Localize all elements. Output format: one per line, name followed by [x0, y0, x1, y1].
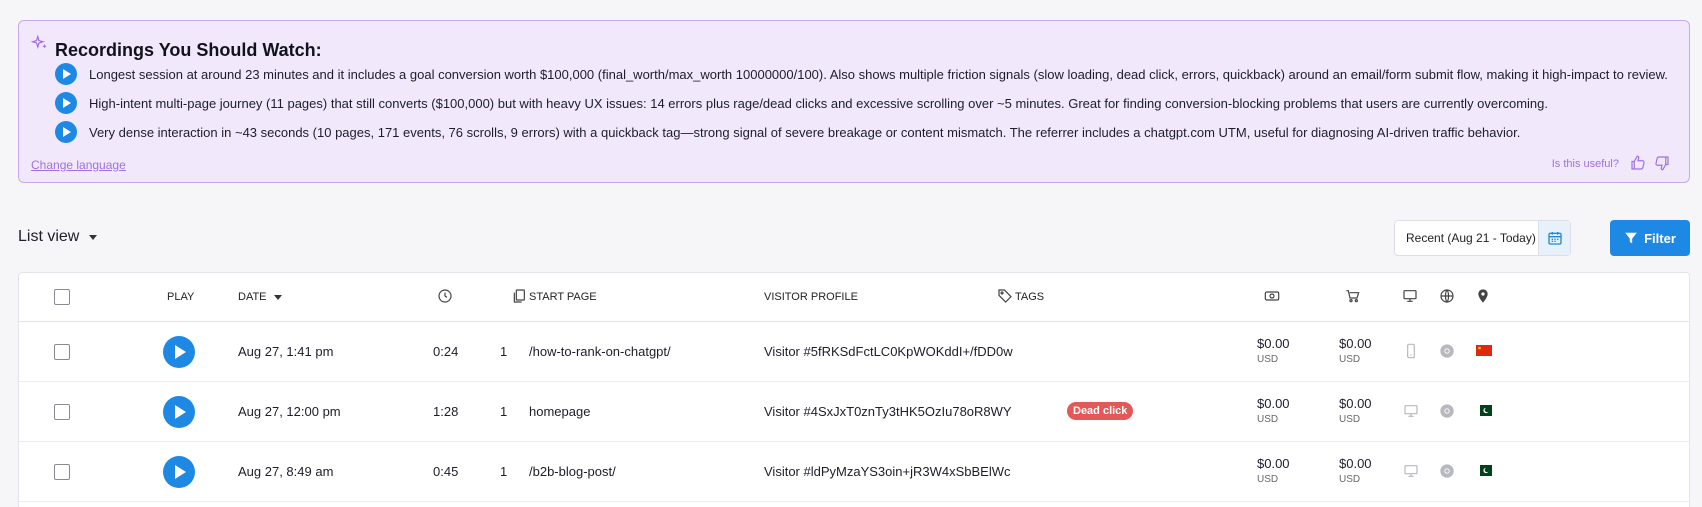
china-flag-icon	[1476, 345, 1492, 356]
header-play: PLAY	[167, 291, 195, 303]
cart-amount: $0.00	[1339, 456, 1372, 471]
dead-click-tag[interactable]: Dead click	[1067, 402, 1134, 420]
location-pin-icon	[1478, 289, 1488, 303]
row-start-page[interactable]: /b2b-blog-post/	[529, 464, 616, 479]
thumbs-up-icon[interactable]	[1629, 154, 1647, 172]
row-visitor-profile[interactable]: Visitor #4SxJxT0znTy3tHK5OzIu78oR8WY	[764, 404, 1012, 419]
recordings-table: PLAY DATE START PAGE VISITOR PROFILE TAG…	[18, 272, 1690, 507]
play-icon[interactable]	[55, 92, 77, 114]
row-date: Aug 27, 12:00 pm	[238, 404, 341, 419]
ai-panel-title: Recordings You Should Watch:	[55, 40, 322, 60]
play-icon[interactable]	[55, 63, 77, 85]
sparkle-icon	[31, 35, 47, 50]
revenue-amount: $0.00	[1257, 396, 1290, 411]
list-view-label: List view	[18, 228, 80, 245]
clock-icon	[438, 289, 452, 303]
header-visitor-profile: VISITOR PROFILE	[764, 291, 858, 303]
row-pages: 1	[500, 344, 508, 359]
cart-currency: USD	[1339, 354, 1361, 365]
header-date-label: DATE	[238, 291, 267, 303]
revenue-amount: $0.00	[1257, 336, 1290, 351]
table-row[interactable]: Aug 27, 8:49 am 0:45 1 /b2b-blog-post/ V…	[19, 442, 1689, 502]
globe-icon	[1440, 289, 1454, 303]
sort-down-icon	[273, 294, 282, 300]
caret-down-icon	[89, 234, 98, 240]
revenue-currency: USD	[1257, 474, 1279, 485]
header-tags: TAGS	[1015, 291, 1045, 303]
ai-recommendations-panel: Recordings You Should Watch: Longest ses…	[18, 20, 1690, 183]
recommendation-item[interactable]: Very dense interaction in ~43 seconds (1…	[55, 121, 1520, 143]
select-all-checkbox[interactable]	[54, 289, 70, 305]
cart-currency: USD	[1339, 414, 1361, 425]
row-start-page[interactable]: /how-to-rank-on-chatgpt/	[529, 344, 671, 359]
desktop-icon	[1404, 405, 1418, 417]
row-cart: $0.00 USD	[1339, 336, 1372, 368]
cart-icon	[1346, 290, 1360, 303]
row-checkbox[interactable]	[54, 464, 70, 480]
filter-label: Filter	[1644, 230, 1676, 246]
row-visitor-profile[interactable]: Visitor #5fRKSdFctLC0KpWOKddI+/fDD0w	[764, 344, 1013, 359]
tag-icon	[998, 289, 1012, 303]
row-start-page[interactable]: homepage	[529, 404, 590, 419]
row-pages: 1	[500, 404, 508, 419]
revenue-currency: USD	[1257, 414, 1279, 425]
row-cart: $0.00 USD	[1339, 396, 1372, 428]
table-row[interactable]: Aug 27, 1:41 pm 0:24 1 /how-to-rank-on-c…	[19, 322, 1689, 382]
cart-amount: $0.00	[1339, 336, 1372, 351]
is-useful-label: Is this useful?	[1551, 158, 1619, 170]
header-start-page: START PAGE	[529, 291, 597, 303]
revenue-amount: $0.00	[1257, 456, 1290, 471]
date-range-label: Recent (Aug 21 - Today)	[1406, 231, 1536, 245]
recommendation-item[interactable]: Longest session at around 23 minutes and…	[55, 63, 1668, 85]
thumbs-down-icon[interactable]	[1653, 154, 1671, 172]
date-range-picker[interactable]: Recent (Aug 21 - Today)	[1394, 220, 1571, 256]
pages-icon	[513, 289, 525, 303]
row-duration: 1:28	[433, 404, 459, 419]
revenue-currency: USD	[1257, 354, 1279, 365]
chrome-icon	[1440, 344, 1454, 358]
row-duration: 0:24	[433, 344, 459, 359]
row-date: Aug 27, 1:41 pm	[238, 344, 334, 359]
chrome-icon	[1440, 404, 1454, 418]
play-recording-button[interactable]	[163, 456, 195, 488]
calendar-button[interactable]	[1538, 221, 1570, 255]
device-icon	[1403, 290, 1417, 302]
pakistan-flag-icon	[1476, 465, 1492, 476]
recommendation-item[interactable]: High-intent multi-page journey (11 pages…	[55, 92, 1548, 114]
cart-currency: USD	[1339, 474, 1361, 485]
list-view-dropdown[interactable]: List view	[18, 228, 98, 246]
header-date[interactable]: DATE	[238, 291, 282, 303]
chrome-icon	[1440, 464, 1454, 478]
row-pages: 1	[500, 464, 508, 479]
mobile-icon	[1407, 343, 1415, 359]
table-header: PLAY DATE START PAGE VISITOR PROFILE TAG…	[19, 273, 1689, 322]
play-recording-button[interactable]	[163, 396, 195, 428]
change-language-link[interactable]: Change language	[31, 158, 126, 172]
funnel-icon	[1625, 232, 1637, 244]
calendar-icon	[1547, 232, 1562, 245]
play-recording-button[interactable]	[163, 336, 195, 368]
row-cart: $0.00 USD	[1339, 456, 1372, 488]
play-icon[interactable]	[55, 121, 77, 143]
row-visitor-profile[interactable]: Visitor #ldPyMzaYS3oin+jR3W4xSbBElWc	[764, 464, 1011, 479]
pakistan-flag-icon	[1476, 405, 1492, 416]
row-revenue: $0.00 USD	[1257, 336, 1290, 368]
filter-button[interactable]: Filter	[1610, 220, 1690, 256]
table-row[interactable]: Aug 27, 12:00 pm 1:28 1 homepage Visitor…	[19, 382, 1689, 442]
recommendation-text: High-intent multi-page journey (11 pages…	[89, 95, 1548, 111]
row-revenue: $0.00 USD	[1257, 396, 1290, 428]
row-checkbox[interactable]	[54, 344, 70, 360]
row-duration: 0:45	[433, 464, 459, 479]
row-revenue: $0.00 USD	[1257, 456, 1290, 488]
recommendation-text: Very dense interaction in ~43 seconds (1…	[89, 124, 1521, 140]
desktop-icon	[1404, 465, 1418, 477]
recommendation-text: Longest session at around 23 minutes and…	[89, 66, 1668, 82]
row-date: Aug 27, 8:49 am	[238, 464, 334, 479]
row-checkbox[interactable]	[54, 404, 70, 420]
cart-amount: $0.00	[1339, 396, 1372, 411]
revenue-icon	[1264, 291, 1280, 301]
